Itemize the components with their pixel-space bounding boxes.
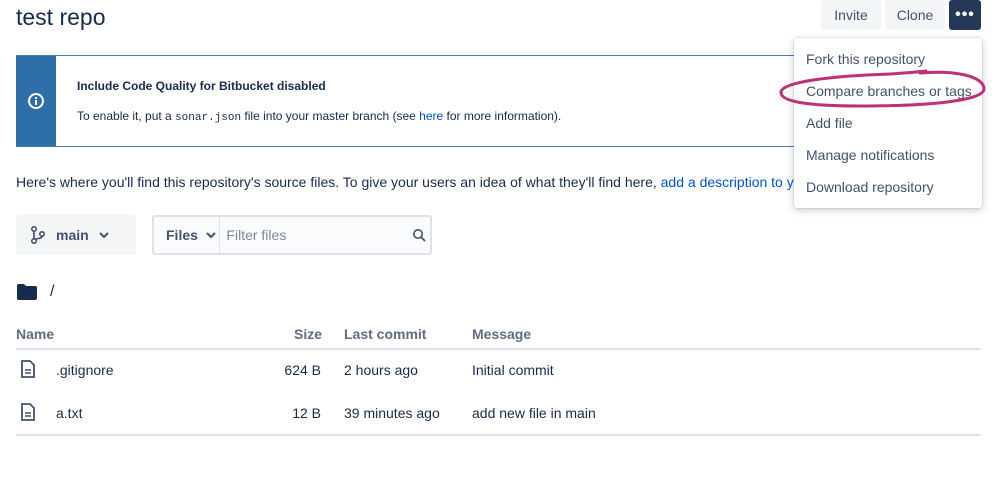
banner-text: To enable it, put a sonar.json file into… (77, 109, 561, 124)
banner-accent (16, 56, 56, 146)
table-row[interactable]: .gitignore 624 B 2 hours ago Initial com… (16, 350, 981, 390)
file-commit-message: Initial commit (472, 362, 554, 378)
chevron-down-icon (206, 232, 216, 239)
chevron-down-icon (98, 231, 109, 238)
branch-name: main (56, 226, 89, 243)
file-commit-message: add new file in main (472, 405, 596, 421)
banner-here-link[interactable]: here (419, 109, 443, 123)
menu-item-download[interactable]: Download repository (794, 171, 982, 203)
menu-item-fork[interactable]: Fork this repository (794, 43, 982, 75)
banner-text-suffix: for more information). (443, 109, 562, 123)
folder-icon (17, 284, 37, 300)
more-icon: ••• (955, 6, 975, 23)
more-actions-button[interactable]: ••• (949, 0, 981, 30)
menu-item-add-file[interactable]: Add file (794, 107, 982, 139)
filter-type-label: Files (166, 227, 198, 243)
info-icon (28, 93, 44, 109)
path-breadcrumb: / (16, 283, 54, 301)
banner-title: Include Code Quality for Bitbucket disab… (77, 79, 326, 93)
filter-search-button[interactable] (407, 228, 430, 242)
column-header-message: Message (472, 326, 532, 342)
file-filter: Files (152, 215, 432, 255)
banner-filename: sonar.json (175, 112, 242, 124)
table-bottom-divider (16, 434, 981, 436)
file-last-commit: 2 hours ago (344, 362, 418, 378)
file-size: 624 B (284, 362, 321, 378)
more-actions-menu: Fork this repository Compare branches or… (794, 38, 982, 208)
filter-type-dropdown[interactable]: Files (154, 217, 221, 253)
menu-item-manage-notifications[interactable]: Manage notifications (794, 139, 982, 171)
repo-title: test repo (16, 4, 106, 30)
file-name-link[interactable]: a.txt (56, 405, 82, 421)
search-icon (412, 229, 426, 242)
filter-files-input[interactable] (220, 217, 408, 253)
column-header-name[interactable]: Name (16, 326, 54, 342)
file-icon (21, 403, 35, 421)
table-row[interactable]: a.txt 12 B 39 minutes ago add new file i… (16, 393, 981, 433)
menu-item-compare[interactable]: Compare branches or tags (794, 75, 982, 107)
branch-selector[interactable]: main (16, 214, 136, 255)
file-last-commit: 39 minutes ago (344, 405, 440, 421)
file-size: 12 B (292, 405, 321, 421)
banner-text-prefix: To enable it, put a (77, 109, 176, 123)
repo-description: Here's where you'll find this repository… (16, 174, 796, 190)
code-quality-banner: Include Code Quality for Bitbucket disab… (16, 55, 816, 147)
column-header-size: Size (294, 326, 323, 342)
branch-icon (31, 225, 46, 244)
file-name-link[interactable]: .gitignore (56, 362, 114, 378)
path-root[interactable]: / (50, 283, 54, 301)
file-icon (21, 360, 35, 378)
invite-button[interactable]: Invite (821, 0, 881, 30)
clone-button[interactable]: Clone (885, 0, 945, 30)
column-header-last-commit: Last commit (344, 326, 427, 342)
banner-text-middle: file into your master branch (see (241, 109, 420, 123)
description-text: Here's where you'll find this repository… (16, 174, 661, 190)
add-description-link[interactable]: add a description to y (661, 174, 794, 190)
